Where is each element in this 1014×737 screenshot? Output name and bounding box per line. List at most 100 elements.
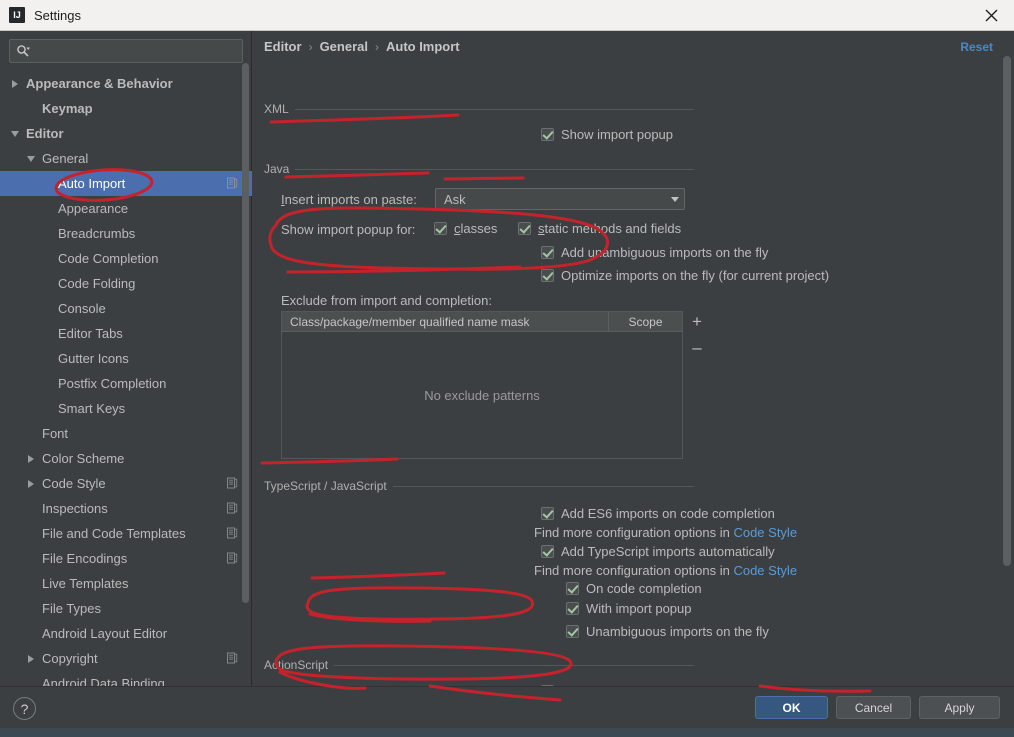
checkbox-box[interactable] [566,602,579,615]
settings-sidebar: Appearance & Behavior Keymap Editor General… [0,31,252,686]
sidebar-item-android-data-binding[interactable]: Android Data Binding [0,671,252,686]
sidebar-item-label: Color Scheme [42,451,125,466]
sidebar-item-postfix-completion[interactable]: Postfix Completion [0,371,252,396]
sidebar-item-inspections[interactable]: Inspections [0,496,252,521]
sidebar-item-console[interactable]: Console [0,296,252,321]
checkbox-unambiguous-imports-on-the-fly[interactable]: Unambiguous imports on the fly [566,624,769,639]
exclude-patterns-table[interactable]: Class/package/member qualified name mask… [281,311,683,459]
checkbox-classes[interactable]: classes [434,221,497,236]
hint-text: Find more configuration options in [534,525,734,540]
ok-button[interactable]: OK [755,696,828,719]
checkbox-label: With import popup [586,601,692,616]
help-button[interactable]: ? [13,697,36,720]
checkbox-label: Show import popup [561,127,674,142]
checkbox-xml-show-import-popup[interactable]: Show import popup [541,127,673,142]
sidebar-item-copyright[interactable]: Copyright [0,646,252,671]
sidebar-item-file-encodings[interactable]: File Encodings [0,546,252,571]
code-style-link[interactable]: Code Style [733,525,797,540]
chevron-right-icon[interactable] [26,478,37,489]
chevron-down-icon[interactable] [26,153,37,164]
checkbox-java-add-unambiguous-imports[interactable]: Add unambiguous imports on the fly [541,245,768,260]
table-column-header-scope[interactable]: Scope [609,312,682,331]
remove-pattern-button[interactable]: – [687,337,707,357]
checkbox-with-import-popup[interactable]: With import popup [566,601,692,616]
sidebar-item-label: Postfix Completion [58,376,167,391]
checkbox-label: classes [454,221,498,236]
sidebar-item-file-types[interactable]: File Types [0,596,252,621]
insert-imports-on-paste-dropdown[interactable]: Ask [435,188,685,210]
sidebar-item-label: Code Style [42,476,106,491]
sidebar-scrollbar[interactable] [242,33,249,658]
sidebar-item-appearance-behavior[interactable]: Appearance & Behavior [0,71,252,96]
cancel-button[interactable]: Cancel [836,696,911,719]
chevron-right-icon[interactable] [26,653,37,664]
content-scrollbar-thumb[interactable] [1003,56,1011,566]
sidebar-item-label: Appearance [58,201,129,216]
sidebar-item-gutter-icons[interactable]: Gutter Icons [0,346,252,371]
sidebar-item-color-scheme[interactable]: Color Scheme [0,446,252,471]
sidebar-item-file-and-code-templates[interactable]: File and Code Templates [0,521,252,546]
checkbox-box[interactable] [541,128,554,141]
chevron-right-icon[interactable] [10,78,21,89]
checkbox-box[interactable] [541,545,554,558]
sidebar-item-label: Smart Keys [58,401,126,416]
sidebar-item-live-templates[interactable]: Live Templates [0,571,252,596]
sidebar-item-breadcrumbs[interactable]: Breadcrumbs [0,221,252,246]
breadcrumb-level-1[interactable]: Editor [264,39,302,54]
checkbox-add-typescript-imports[interactable]: Add TypeScript imports automatically [541,544,775,559]
sidebar-item-label: Android Layout Editor [42,626,168,641]
sidebar-item-font[interactable]: Font [0,421,252,446]
add-pattern-button[interactable]: + [687,311,707,331]
checkbox-box[interactable] [566,625,579,638]
close-icon[interactable] [968,0,1014,30]
chevron-right-icon[interactable] [26,453,37,464]
code-style-link[interactable]: Code Style [733,563,797,578]
sidebar-item-editor-tabs[interactable]: Editor Tabs [0,321,252,346]
breadcrumb-level-2[interactable]: General [320,39,368,54]
sidebar-item-code-folding[interactable]: Code Folding [0,271,252,296]
checkbox-box[interactable] [566,582,579,595]
sidebar-item-smart-keys[interactable]: Smart Keys [0,396,252,421]
checkbox-static-methods-and-fields[interactable]: static methods and fields [518,221,681,236]
table-column-header-mask[interactable]: Class/package/member qualified name mask [282,312,609,331]
content-scrollbar[interactable] [1003,56,1011,686]
checkbox-box[interactable] [541,507,554,520]
sidebar-item-label: Editor Tabs [58,326,123,341]
sidebar-item-code-completion[interactable]: Code Completion [0,246,252,271]
checkbox-box[interactable] [518,222,531,235]
apply-button[interactable]: Apply [919,696,1000,719]
checkbox-box[interactable] [541,269,554,282]
reset-link[interactable]: Reset [960,40,993,54]
sidebar-item-appearance[interactable]: Appearance [0,196,252,221]
chevron-down-icon[interactable] [10,128,21,139]
sidebar-item-auto-import[interactable]: Auto Import [0,171,252,196]
chevron-down-icon[interactable] [666,197,684,202]
checkbox-add-es6-imports[interactable]: Add ES6 imports on code completion [541,506,775,521]
sidebar-item-code-style[interactable]: Code Style [0,471,252,496]
checkbox-box[interactable] [434,222,447,235]
table-empty-message: No exclude patterns [424,388,540,403]
settings-tree: Appearance & Behavior Keymap Editor General… [0,71,252,686]
sidebar-item-editor[interactable]: Editor [0,121,252,146]
sidebar-item-keymap[interactable]: Keymap [0,96,252,121]
search-input[interactable] [30,44,242,58]
sidebar-item-android-layout-editor[interactable]: Android Layout Editor [0,621,252,646]
checkbox-box[interactable] [541,246,554,259]
breadcrumb-separator-icon: › [308,39,313,54]
sidebar-scrollbar-thumb[interactable] [242,63,249,603]
checkbox-label: On code completion [586,581,702,596]
checkbox-java-optimize-imports[interactable]: Optimize imports on the fly (for current… [541,268,829,283]
group-header-typescript-javascript: TypeScript / JavaScript [264,479,694,493]
checkbox-on-code-completion[interactable]: On code completion [566,581,702,596]
search-box[interactable] [9,39,243,63]
project-settings-icon [226,477,238,489]
divider [392,485,694,487]
sidebar-item-general[interactable]: General [0,146,252,171]
